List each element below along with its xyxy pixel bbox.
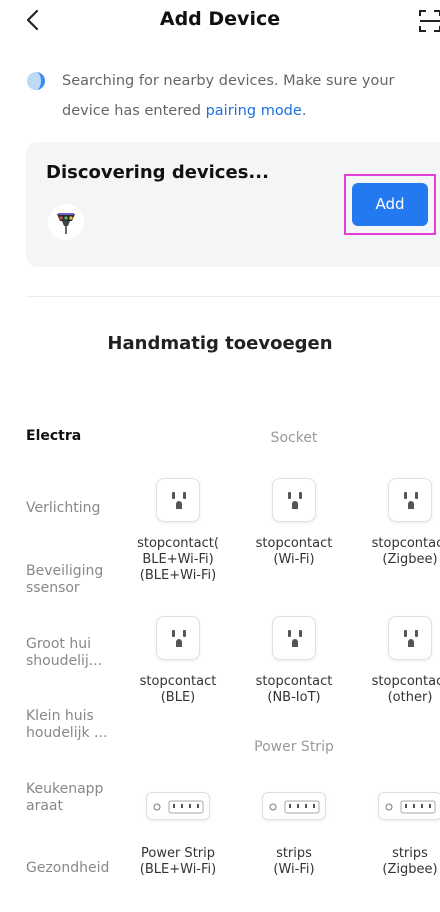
device-socket-zigbee[interactable]: stopcontact(Zigbee) (352, 478, 440, 588)
device-label-line: stopcontact (255, 536, 333, 551)
device-socket-other[interactable]: stopcontact(other) (352, 616, 440, 710)
category-electra[interactable]: Electra (26, 428, 122, 445)
manual-add-title: Handmatig toevoegen (107, 333, 333, 354)
device-label: stopcontact (NB-IoT) (236, 674, 352, 706)
device-strips-zigbee[interactable]: strips (Zigbee) (352, 792, 440, 888)
socket-icon (388, 616, 432, 660)
device-label-line: (other) (387, 690, 433, 705)
page-title: Add Device (159, 8, 281, 30)
power-strip-icon (146, 792, 210, 820)
category-klein-huishoudelijk[interactable]: Klein huis houdelijk ... (26, 708, 122, 742)
device-label-line: stopcontact (371, 536, 440, 551)
top-bar: Add Device (0, 0, 440, 40)
search-info-text: Searching for nearby devices. Make sure … (62, 66, 440, 126)
scan-button[interactable] (418, 8, 440, 34)
device-label-line: stopcontact (139, 674, 217, 689)
socket-icon (388, 478, 432, 522)
device-label-line: (BLE+Wi-Fi) (139, 568, 217, 583)
device-strips-wifi[interactable]: strips (Wi-Fi) (236, 792, 352, 888)
device-label: Power Strip (BLE+Wi-Fi) (120, 846, 236, 878)
divider (26, 296, 440, 297)
section-socket-label: Socket (270, 430, 318, 446)
info-suffix: . (301, 103, 307, 119)
discovered-device-avatar (48, 204, 84, 240)
device-label: stopcontact (Wi-Fi) (236, 536, 352, 568)
category-beveiliging[interactable]: Beveiliging ssensor (26, 563, 122, 597)
device-label-line: (NB-IoT) (267, 690, 321, 705)
device-label-line: (BLE) (160, 690, 196, 705)
category-verlichting[interactable]: Verlichting (26, 500, 122, 517)
device-label-line: Power Strip (141, 846, 215, 861)
device-label-line: (BLE+Wi-Fi) (139, 862, 217, 877)
section-power-strip-label: Power Strip (254, 739, 334, 755)
device-label-line: stopcontact (371, 674, 440, 689)
searching-icon (27, 72, 45, 90)
device-socket-ble[interactable]: stopcontact (BLE) (120, 616, 236, 710)
device-label-line: (Wi-Fi) (273, 862, 315, 877)
device-socket-wifi[interactable]: stopcontact (Wi-Fi) (236, 478, 352, 588)
device-label-line: stopcontact( (137, 536, 219, 551)
socket-icon (272, 616, 316, 660)
category-gezondheid[interactable]: Gezondheid (26, 860, 122, 877)
device-label: stopcontact(Zigbee) (352, 536, 440, 568)
device-label: strips (Zigbee) (352, 846, 440, 878)
device-label-line: strips (276, 846, 312, 861)
add-button[interactable]: Add (352, 183, 428, 226)
device-label-line: (Zigbee) (382, 552, 438, 567)
lamp-device-icon (57, 213, 75, 234)
category-keukenapparaat[interactable]: Keukenapp araat (26, 781, 122, 815)
device-socket-ble-wifi[interactable]: stopcontact(BLE+Wi-Fi) (BLE+Wi-Fi) (120, 478, 236, 588)
socket-icon (272, 478, 316, 522)
power-strip-icon (378, 792, 440, 820)
scan-icon (419, 10, 440, 32)
discovering-title: Discovering devices... (46, 162, 269, 183)
socket-icon (156, 616, 200, 660)
device-label: strips (Wi-Fi) (236, 846, 352, 878)
device-label-line: strips (392, 846, 428, 861)
device-label-line: BLE+Wi-Fi) (142, 552, 214, 567)
device-label: stopcontact (BLE) (120, 674, 236, 706)
pairing-mode-link[interactable]: pairing mode (206, 103, 302, 119)
device-label: stopcontact(BLE+Wi-Fi) (BLE+Wi-Fi) (120, 536, 236, 584)
device-label: stopcontact(other) (352, 674, 440, 706)
device-socket-nb-iot[interactable]: stopcontact (NB-IoT) (236, 616, 352, 710)
device-label-line: (Wi-Fi) (273, 552, 315, 567)
device-label-line: (Zigbee) (382, 862, 438, 877)
category-groot-huishoudelijk[interactable]: Groot hui shoudelij... (26, 636, 122, 670)
device-power-strip-ble-wifi[interactable]: Power Strip (BLE+Wi-Fi) (120, 792, 236, 888)
socket-icon (156, 478, 200, 522)
device-label-line: stopcontact (255, 674, 333, 689)
power-strip-icon (262, 792, 326, 820)
